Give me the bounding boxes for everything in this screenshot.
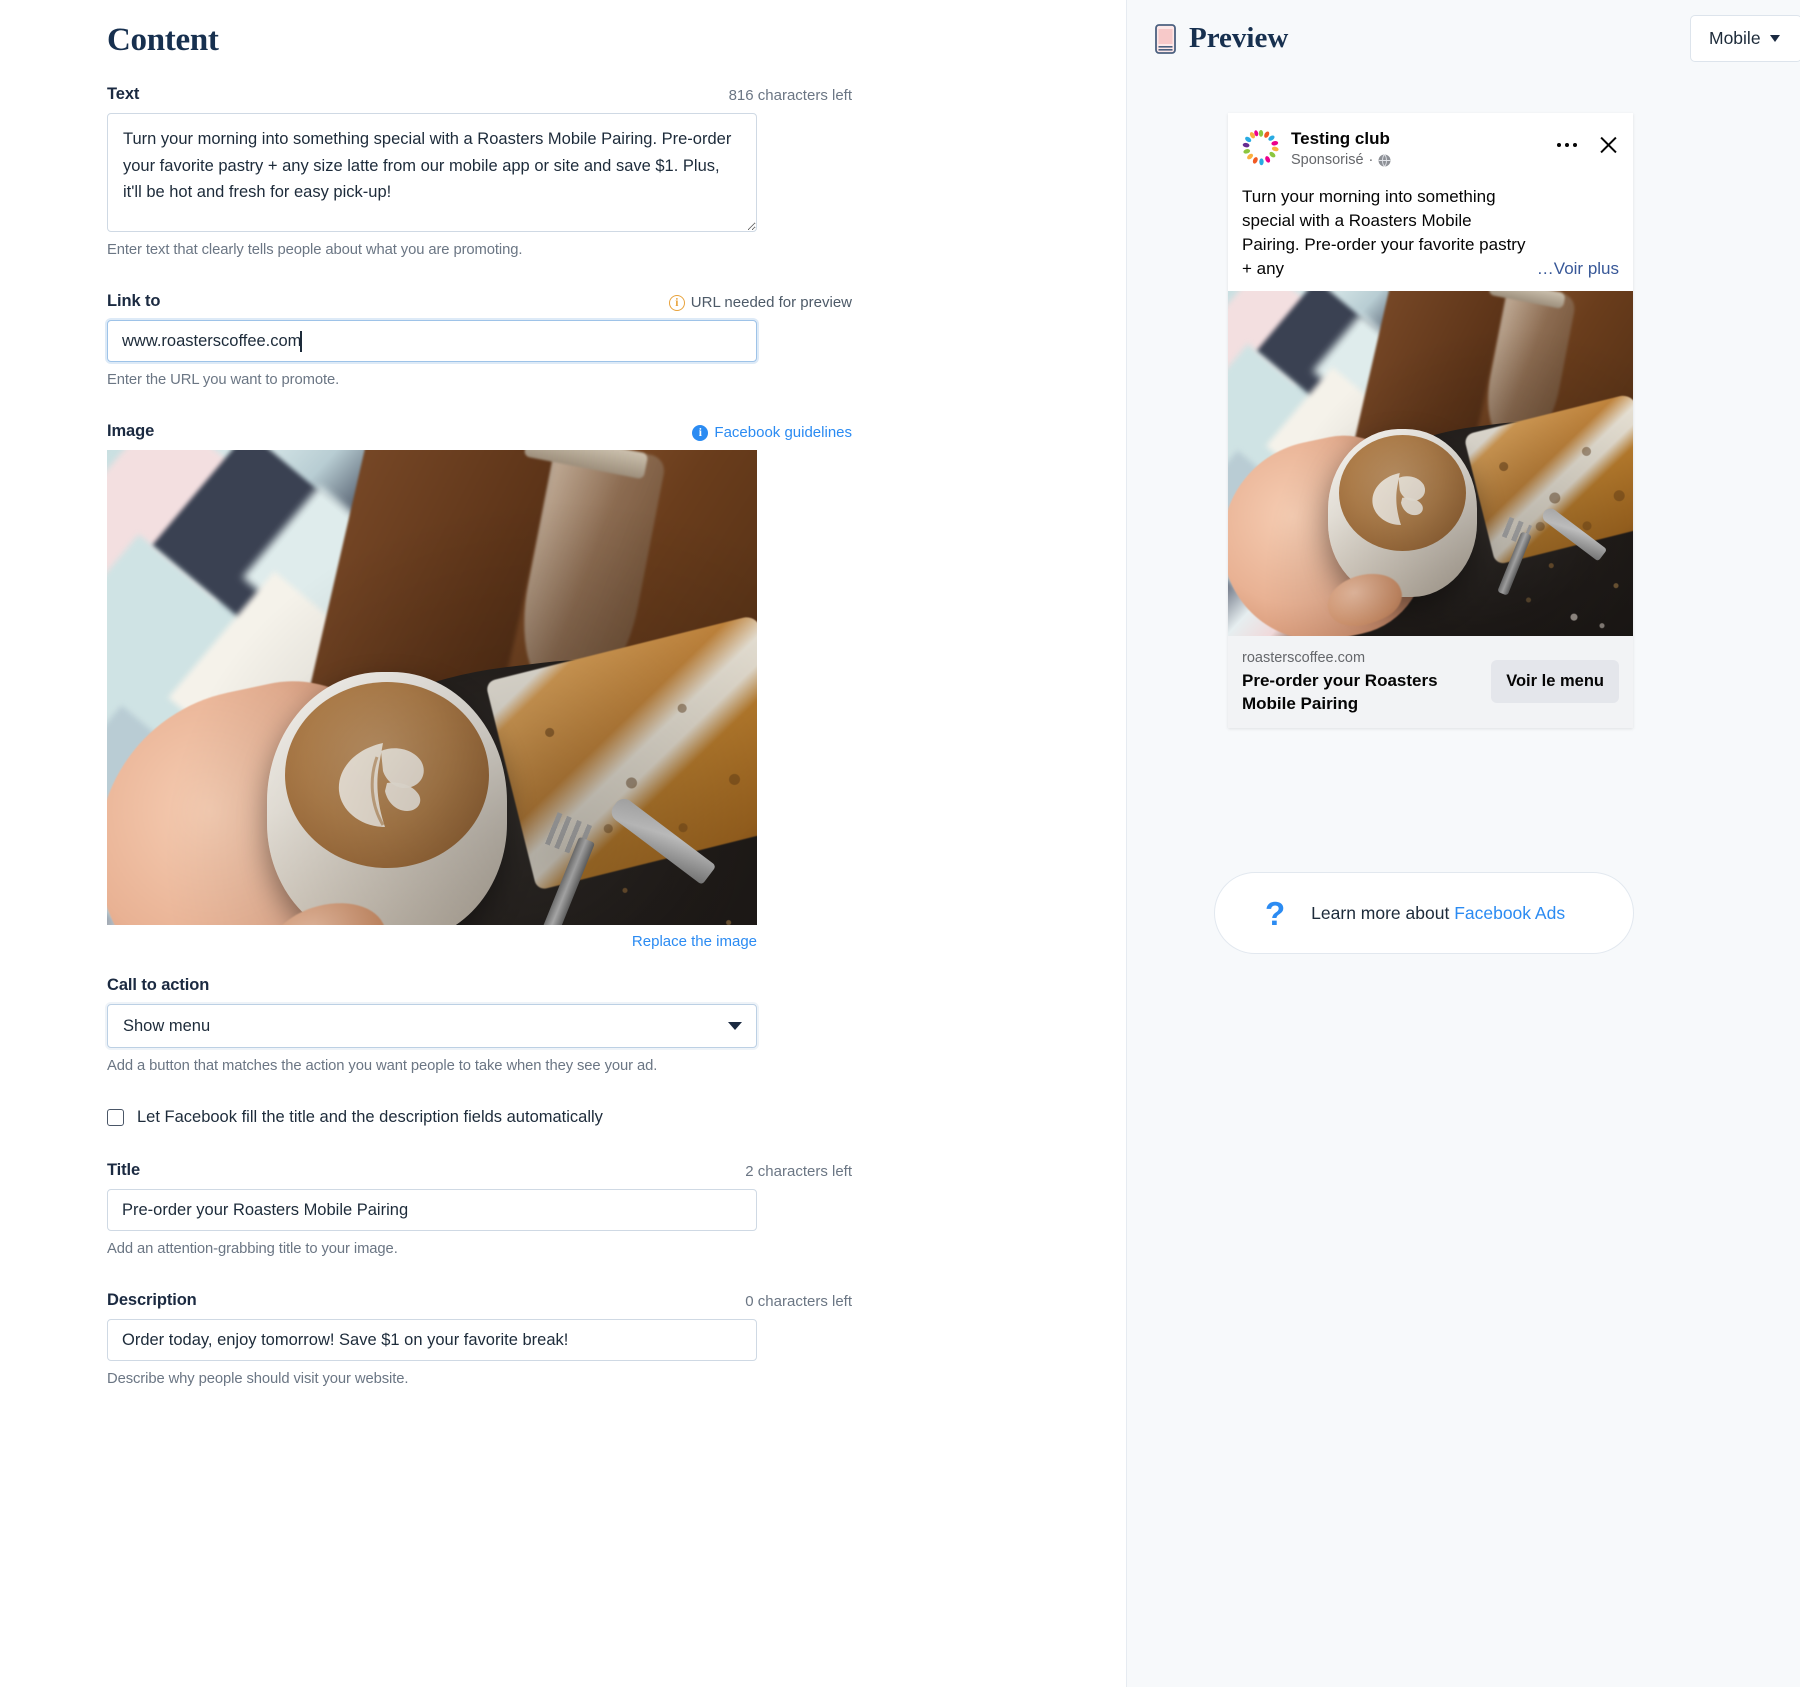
see-more-link[interactable]: …Voir plus bbox=[1537, 257, 1619, 281]
ad-cta-button[interactable]: Voir le menu bbox=[1491, 660, 1619, 704]
ad-card-identity: Testing club Sponsorisé · bbox=[1291, 128, 1557, 171]
cta-select-value: Show menu bbox=[123, 1016, 211, 1035]
ad-sponsored-label: Sponsorisé bbox=[1291, 152, 1364, 169]
photo-vignette bbox=[107, 450, 757, 925]
cta-field-label: Call to action bbox=[107, 976, 210, 994]
chevron-down-icon bbox=[1769, 35, 1780, 42]
ad-footer-text: roasterscoffee.com Pre-order your Roaste… bbox=[1242, 648, 1481, 716]
close-icon[interactable] bbox=[1597, 134, 1619, 156]
description-field-header: Description 0 characters left bbox=[107, 1291, 852, 1310]
ad-card-image[interactable] bbox=[1228, 291, 1633, 637]
learn-more-pill[interactable]: ? Learn more about Facebook Ads bbox=[1214, 872, 1634, 954]
link-field-header: Link to i URL needed for preview bbox=[107, 292, 852, 311]
facebook-ads-link[interactable]: Facebook Ads bbox=[1454, 903, 1565, 923]
facebook-guidelines-label: Facebook guidelines bbox=[714, 424, 852, 441]
title-field-header: Title 2 characters left bbox=[107, 1161, 852, 1180]
autofill-checkbox-row[interactable]: Let Facebook fill the title and the desc… bbox=[107, 1108, 852, 1127]
cta-field-header: Call to action bbox=[107, 976, 852, 995]
ad-domain: roasterscoffee.com bbox=[1242, 650, 1366, 667]
device-selector[interactable]: Mobile bbox=[1690, 15, 1800, 62]
preview-title: Preview bbox=[1189, 22, 1289, 54]
ad-body-text: Turn your morning into something special… bbox=[1242, 186, 1526, 279]
text-char-counter: 816 characters left bbox=[728, 87, 852, 104]
ad-card-footer: roasterscoffee.com Pre-order your Roaste… bbox=[1228, 636, 1633, 728]
photo-vignette bbox=[1228, 291, 1633, 637]
learn-more-text: Learn more about Facebook Ads bbox=[1311, 903, 1565, 924]
ellipsis-icon[interactable] bbox=[1556, 142, 1577, 148]
mobile-phone-icon bbox=[1155, 23, 1176, 54]
title-char-counter: 2 characters left bbox=[745, 1163, 852, 1180]
link-field-helper: Enter the URL you want to promote. bbox=[107, 372, 340, 388]
text-input[interactable] bbox=[107, 113, 757, 232]
globe-icon bbox=[1378, 154, 1391, 168]
url-needed-warning: i URL needed for preview bbox=[668, 294, 852, 311]
text-field-header: Text 816 characters left bbox=[107, 85, 852, 104]
title-input[interactable] bbox=[107, 1189, 757, 1231]
page-title: Content bbox=[107, 22, 219, 58]
info-circle-icon: i bbox=[692, 424, 709, 441]
facebook-ad-preview-card: Testing club Sponsorisé · Turn your morn… bbox=[1228, 113, 1633, 728]
ad-body-row: Turn your morning into something special… bbox=[1242, 185, 1619, 282]
autofill-checkbox-label: Let Facebook fill the title and the desc… bbox=[137, 1108, 603, 1126]
cta-select[interactable]: Show menu bbox=[107, 1004, 757, 1048]
people-ring-avatar-icon[interactable] bbox=[1242, 129, 1280, 167]
ad-sponsored-row: Sponsorisé · bbox=[1291, 151, 1557, 171]
info-circle-icon: i bbox=[668, 294, 685, 311]
description-field-helper: Describe why people should visit your we… bbox=[107, 1371, 409, 1387]
content-form: Text 816 characters left Enter text that… bbox=[107, 59, 852, 1387]
ad-headline: Pre-order your Roasters Mobile Pairing bbox=[1242, 671, 1438, 714]
content-form-panel: Content Text 816 characters left Enter t… bbox=[0, 0, 1126, 1687]
facebook-guidelines-link[interactable]: i Facebook guidelines bbox=[692, 424, 852, 441]
ad-editor-page: Content Text 816 characters left Enter t… bbox=[0, 0, 1800, 1687]
preview-title-group: Preview bbox=[1127, 22, 1288, 55]
dot-separator: · bbox=[1368, 152, 1374, 169]
replace-image-link[interactable]: Replace the image bbox=[107, 933, 757, 950]
link-field-label: Link to bbox=[107, 292, 161, 310]
title-field-helper: Add an attention-grabbing title to your … bbox=[107, 1241, 398, 1257]
text-field-helper: Enter text that clearly tells people abo… bbox=[107, 242, 523, 258]
ad-card-header: Testing club Sponsorisé · bbox=[1228, 113, 1633, 171]
link-input-wrap: www.roasterscoffee.com bbox=[107, 320, 757, 362]
title-field-label: Title bbox=[107, 1161, 141, 1179]
description-char-counter: 0 characters left bbox=[745, 1293, 852, 1310]
preview-panel: Preview Mobile Testing club Sponsorisé ·… bbox=[1126, 0, 1800, 1687]
chevron-down-icon bbox=[728, 1022, 742, 1030]
ad-image-preview[interactable] bbox=[107, 450, 757, 925]
cta-field-helper: Add a button that matches the action you… bbox=[107, 1058, 658, 1074]
preview-header: Preview Mobile bbox=[1127, 0, 1800, 66]
text-field-label: Text bbox=[107, 85, 140, 103]
link-input[interactable] bbox=[107, 320, 757, 362]
question-mark-icon: ? bbox=[1265, 894, 1286, 932]
ad-body-text-wrap: Turn your morning into something special… bbox=[1228, 171, 1633, 292]
image-field-label: Image bbox=[107, 422, 155, 440]
description-field-label: Description bbox=[107, 1291, 197, 1309]
ad-card-actions bbox=[1556, 128, 1620, 156]
learn-more-prefix: Learn more about bbox=[1311, 902, 1455, 923]
ad-page-name[interactable]: Testing club bbox=[1291, 128, 1557, 150]
autofill-checkbox[interactable] bbox=[107, 1109, 124, 1126]
url-needed-warning-text: URL needed for preview bbox=[690, 294, 852, 311]
device-selector-value: Mobile bbox=[1709, 28, 1761, 48]
description-input[interactable] bbox=[107, 1319, 757, 1361]
image-field-header: Image i Facebook guidelines bbox=[107, 422, 852, 441]
